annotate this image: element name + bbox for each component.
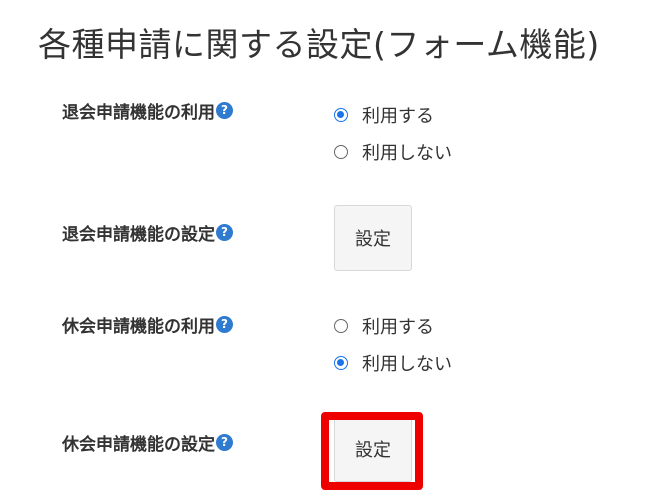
radio-checked-icon[interactable] (334, 107, 348, 122)
absence-usage-label: 休会申請機能の利用 ? (62, 312, 233, 337)
help-icon[interactable]: ? (216, 224, 233, 241)
radio-unchecked-icon[interactable] (334, 318, 348, 333)
help-icon[interactable]: ? (216, 102, 233, 119)
absence-usage-option-not-use[interactable]: 利用しない (334, 344, 452, 381)
withdrawal-settings-button[interactable]: 設定 (334, 205, 412, 271)
page-title: 各種申請に関する設定(フォーム機能) (38, 25, 600, 64)
withdrawal-usage-option-not-use[interactable]: 利用しない (334, 133, 452, 170)
withdrawal-settings-label: 退会申請機能の設定 ? (62, 220, 233, 245)
withdrawal-usage-option-use[interactable]: 利用する (334, 96, 452, 133)
withdrawal-usage-label: 退会申請機能の利用 ? (62, 98, 233, 123)
absence-usage-label-text: 休会申請機能の利用 (62, 317, 215, 337)
withdrawal-usage-radio-group: 利用する 利用しない (334, 96, 452, 170)
help-icon[interactable]: ? (216, 434, 233, 451)
radio-unchecked-icon[interactable] (334, 144, 348, 159)
withdrawal-settings-label-text: 退会申請機能の設定 (62, 225, 215, 245)
absence-settings-button[interactable]: 設定 (334, 416, 412, 482)
absence-settings-label: 休会申請機能の設定 ? (62, 430, 233, 455)
withdrawal-usage-label-text: 退会申請機能の利用 (62, 103, 215, 123)
radio-option-label: 利用しない (362, 142, 452, 164)
settings-page: 各種申請に関する設定(フォーム機能) 退会申請機能の利用 ? 利用する 利用しな… (0, 0, 672, 492)
radio-option-label: 利用する (362, 316, 434, 338)
radio-checked-icon[interactable] (334, 355, 348, 370)
absence-usage-radio-group: 利用する 利用しない (334, 307, 452, 381)
radio-option-label: 利用しない (362, 353, 452, 375)
absence-usage-option-use[interactable]: 利用する (334, 307, 452, 344)
radio-option-label: 利用する (362, 105, 434, 127)
help-icon[interactable]: ? (216, 316, 233, 333)
absence-settings-label-text: 休会申請機能の設定 (62, 435, 215, 455)
